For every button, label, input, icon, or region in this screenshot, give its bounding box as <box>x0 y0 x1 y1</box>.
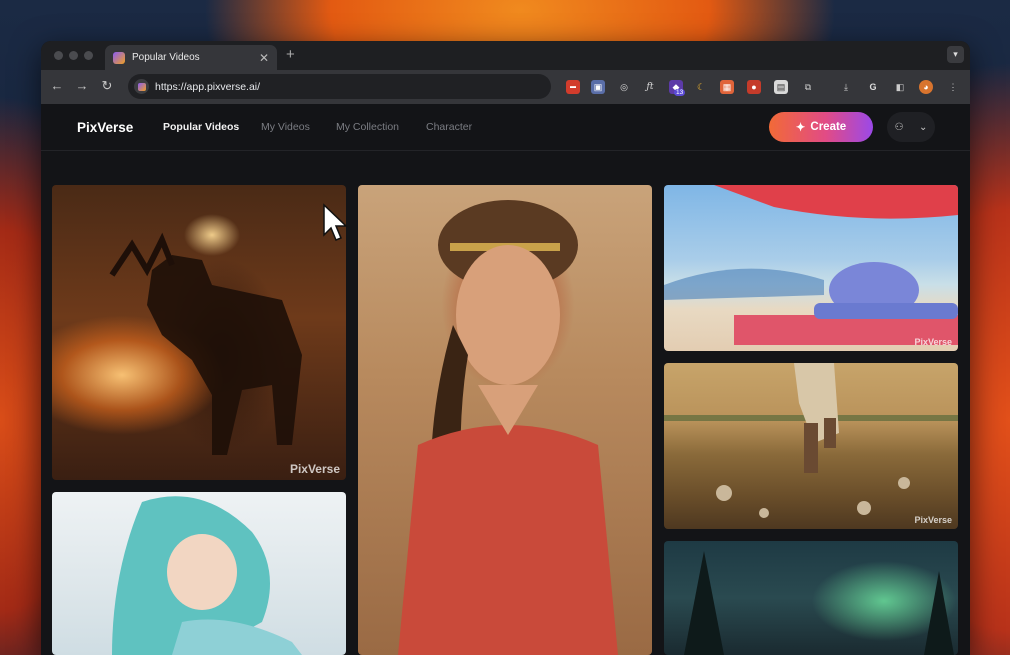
browser-toolbar: ← → ↻ https://app.pixverse.ai/ ▬ ▣ ◎ ƒt … <box>41 70 970 104</box>
watermark-text: PixVerse <box>914 515 952 525</box>
aurora-forest-illustration <box>684 551 954 655</box>
sparkle-icon: ✦ <box>795 122 806 134</box>
mouse-cursor-icon <box>323 203 348 241</box>
extension-badge: 13 <box>674 89 686 96</box>
nav-character[interactable]: Character <box>426 121 472 133</box>
extension-red-icon[interactable]: ▬ <box>566 80 580 94</box>
pixverse-favicon-icon <box>113 51 125 64</box>
video-card-path[interactable]: PixVerse <box>664 363 958 529</box>
reload-icon[interactable]: ↻ <box>99 78 115 94</box>
url-text: https://app.pixverse.ai/ <box>155 80 261 93</box>
beach-umbrella-illustration <box>664 185 958 345</box>
video-card-anime[interactable] <box>52 492 346 655</box>
watermark-text: PixVerse <box>914 337 952 347</box>
address-bar[interactable]: https://app.pixverse.ai/ <box>128 74 551 99</box>
new-tab-button[interactable]: + <box>286 46 295 63</box>
tab-title: Popular Videos <box>132 52 200 63</box>
back-arrow-icon[interactable]: ← <box>49 78 65 93</box>
extension-note-icon[interactable]: ▤ <box>774 80 788 94</box>
nav-popular-videos[interactable]: Popular Videos <box>163 121 239 133</box>
download-icon[interactable]: ⤓ <box>839 80 853 94</box>
woman-illustration <box>398 200 618 655</box>
account-menu[interactable]: ⚇ ⌄ <box>887 112 935 142</box>
forward-arrow-icon[interactable]: → <box>74 78 90 93</box>
minimize-window-icon[interactable] <box>69 51 78 60</box>
video-card-beach[interactable]: PixVerse <box>664 185 958 351</box>
walking-path-illustration <box>664 363 958 518</box>
app-header: PixVerse Popular Videos My Videos My Col… <box>41 104 970 151</box>
tab-popular-videos[interactable]: Popular Videos ✕ <box>105 45 277 70</box>
anime-girl-illustration <box>112 496 302 655</box>
extension-moon-icon[interactable]: ☾ <box>694 80 708 94</box>
create-label: Create <box>810 121 847 133</box>
browser-menu-icon[interactable]: ⋮ <box>946 80 960 94</box>
extension-save-icon[interactable]: ▣ <box>591 80 605 94</box>
chevron-down-icon: ⌄ <box>918 121 928 133</box>
watermark-text: PixVerse <box>289 462 340 476</box>
pixverse-logo[interactable]: PixVerse <box>77 120 133 135</box>
tab-strip: Popular Videos ✕ + ▾ <box>41 41 970 70</box>
nav-my-videos[interactable]: My Videos <box>261 121 310 133</box>
moose-illustration <box>109 232 302 455</box>
google-icon[interactable]: G <box>866 80 880 94</box>
create-button[interactable]: ✦ Create <box>769 112 873 142</box>
zoom-window-icon[interactable] <box>84 51 93 60</box>
video-card-moose[interactable]: PixVerse <box>52 185 346 480</box>
profile-avatar-icon[interactable]: ◕ <box>919 80 933 94</box>
tab-close-icon[interactable]: ✕ <box>259 51 269 65</box>
close-window-icon[interactable] <box>54 51 63 60</box>
video-card-aurora[interactable] <box>664 541 958 655</box>
user-icon: ⚇ <box>894 121 904 133</box>
video-card-woman[interactable] <box>358 185 652 655</box>
extension-calendar-icon[interactable]: ▦ <box>720 80 734 94</box>
side-panel-icon[interactable]: ◧ <box>893 80 907 94</box>
browser-window: Popular Videos ✕ + ▾ ← → ↻ https://app.p… <box>41 41 970 655</box>
site-info-icon[interactable] <box>134 79 149 94</box>
nav-my-collection[interactable]: My Collection <box>336 121 399 133</box>
tab-search-chevron-icon[interactable]: ▾ <box>947 46 964 63</box>
extension-font-icon[interactable]: ƒt <box>643 80 657 94</box>
extensions-puzzle-icon[interactable]: ⧉ <box>801 80 815 94</box>
extension-glasses-icon[interactable]: ◎ <box>617 80 631 94</box>
extension-camera-icon[interactable]: ● <box>747 80 761 94</box>
